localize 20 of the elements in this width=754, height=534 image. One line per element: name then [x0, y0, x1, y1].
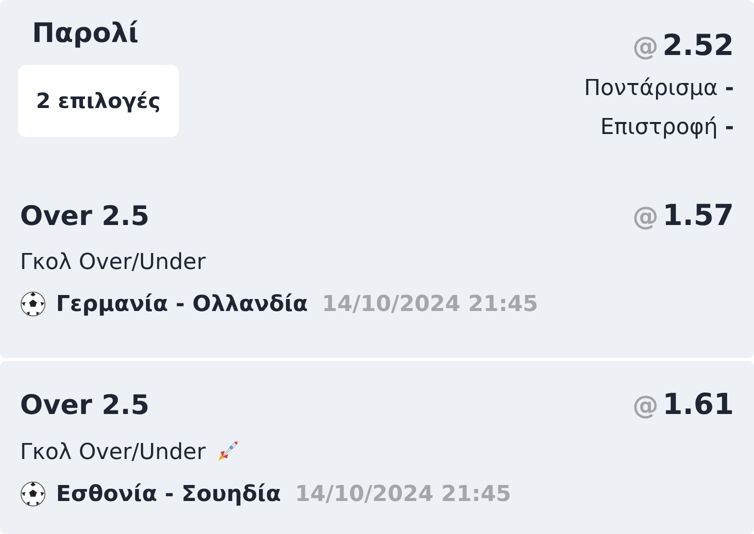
- match-datetime: 14/10/2024 21:45: [294, 482, 512, 506]
- football-icon: [20, 481, 46, 507]
- match-name: Εσθονία - Σουηδία: [56, 482, 281, 506]
- football-icon: [20, 291, 46, 317]
- at-sign: @: [632, 202, 658, 232]
- market-name: Γκολ Over/Under: [20, 440, 206, 464]
- at-sign: @: [632, 391, 658, 421]
- total-odds: 2.52: [662, 28, 734, 62]
- selection-odds: 1.61: [662, 387, 734, 421]
- stake-text: Ποντάρισμα -: [584, 76, 734, 101]
- return-text: Επιστροφή -: [600, 115, 734, 140]
- betslip-title: Παρολί: [31, 18, 139, 49]
- match-datetime: 14/10/2024 21:45: [322, 292, 538, 316]
- match-name: Γερμανία - Ολλανδία: [56, 292, 308, 316]
- selections-count: 2 επιλογές: [18, 65, 179, 137]
- market-name: Γκολ Over/Under: [20, 250, 206, 275]
- selection-odds: 1.57: [662, 198, 734, 232]
- selection-pick: Over 2.5: [20, 390, 150, 421]
- selection-pick: Over 2.5: [20, 201, 150, 232]
- at-sign: @: [632, 32, 658, 62]
